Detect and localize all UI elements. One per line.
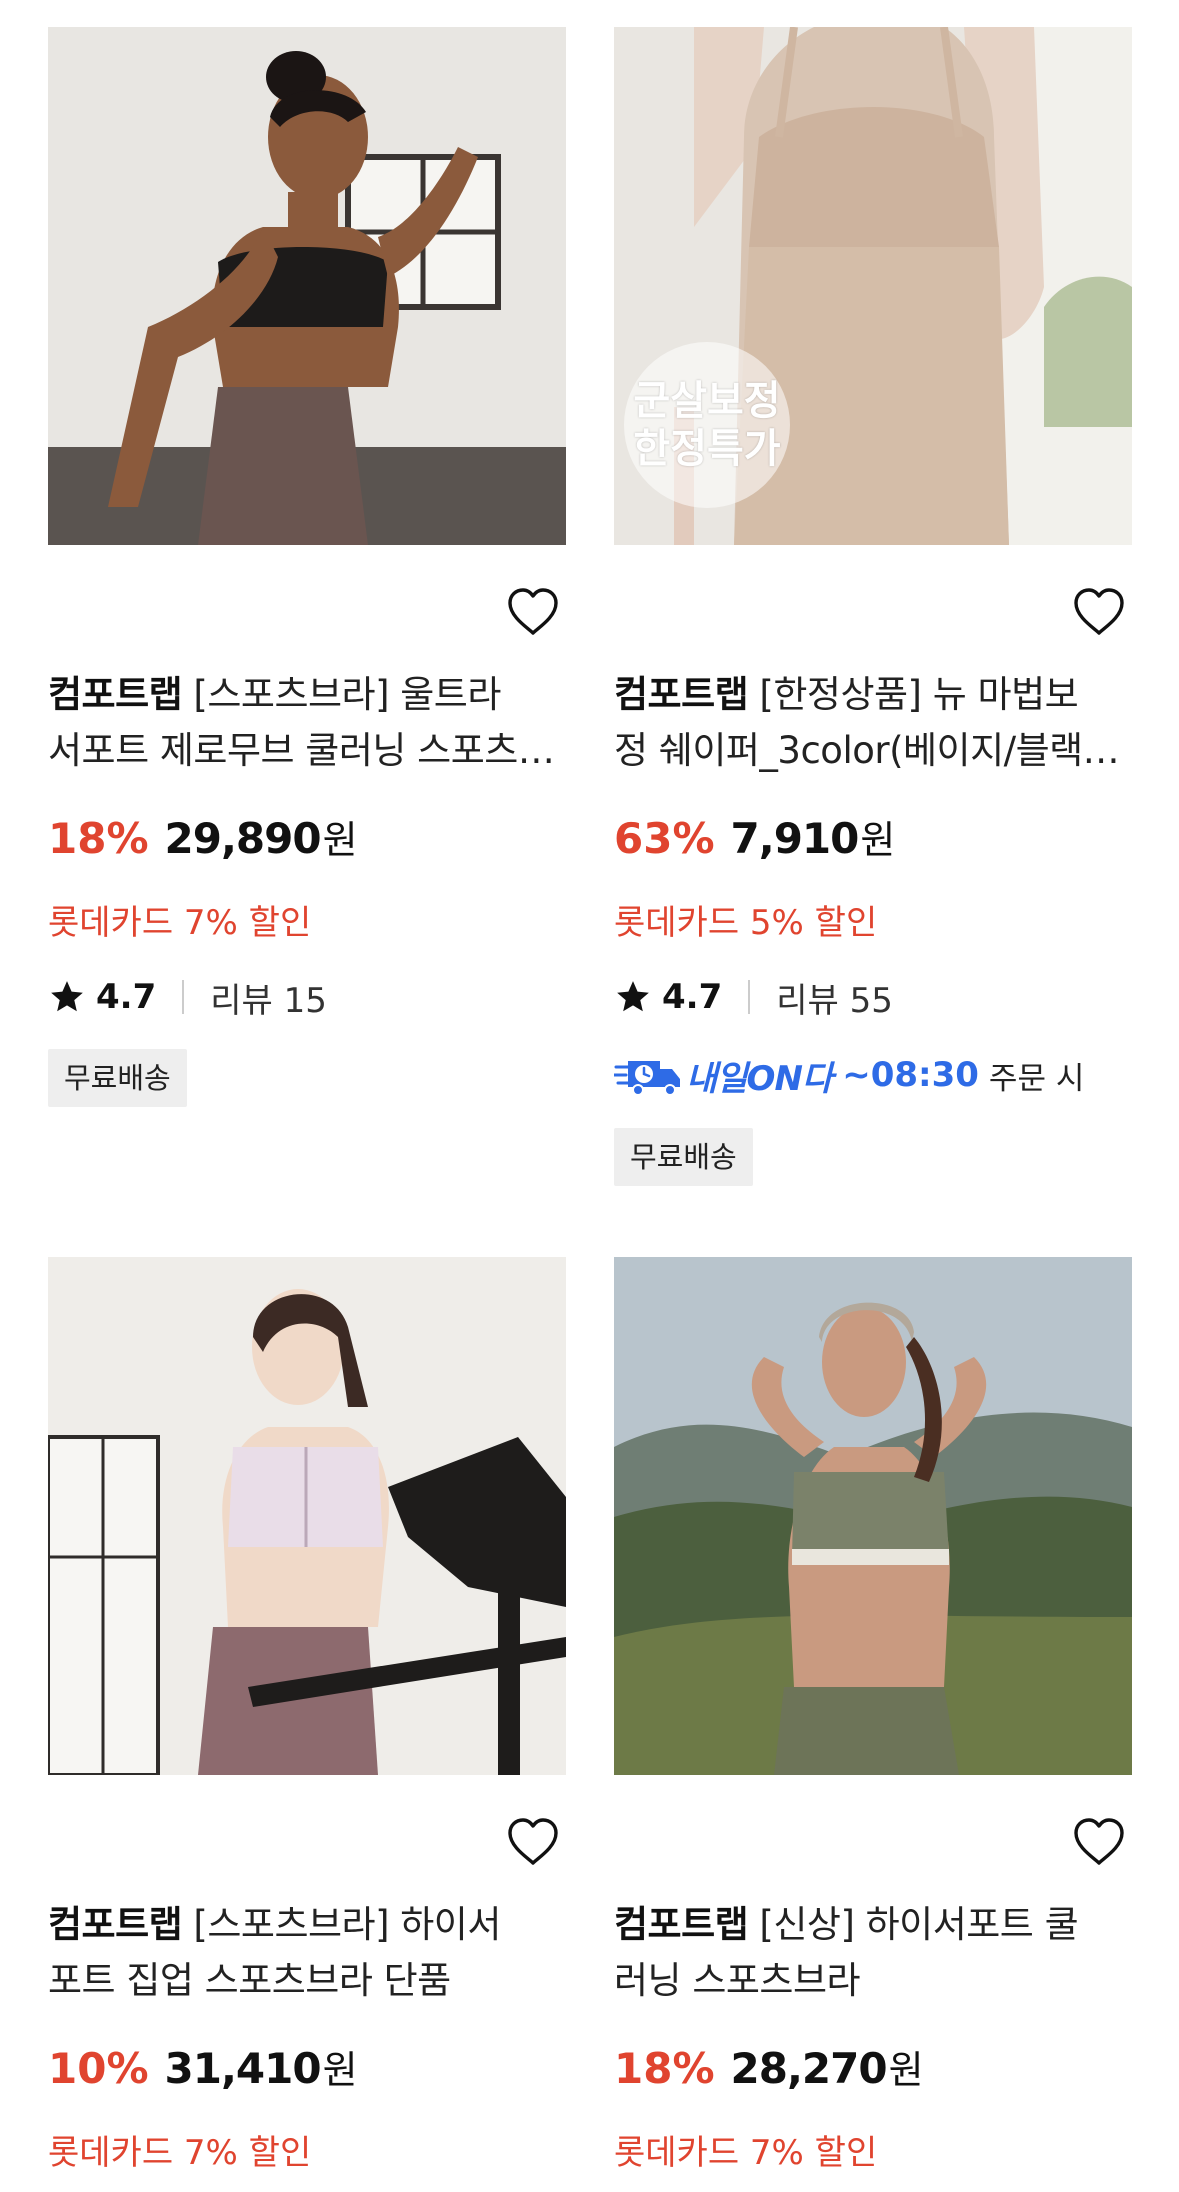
brand-name: 컴포트랩 xyxy=(48,1903,183,1946)
brand-name: 컴포트랩 xyxy=(614,673,749,716)
divider xyxy=(182,980,185,1014)
title-text: [신상] 하이서포트 쿨 xyxy=(748,1903,1079,1946)
wishlist-heart-button[interactable] xyxy=(503,582,563,642)
delivery-truck-clock-icon xyxy=(614,1061,680,1096)
rating-score: 4.7 xyxy=(662,977,723,1017)
sports-bra-model-running-photo xyxy=(48,27,566,545)
free-shipping-tag: 무료배송 xyxy=(48,1049,187,1107)
discount-rate: 10% xyxy=(48,2044,149,2093)
card-discount-promo: 롯데카드 5% 할인 xyxy=(614,903,878,943)
currency-unit: 원 xyxy=(322,818,358,862)
review-count[interactable]: 리뷰 15 xyxy=(210,973,327,1022)
card-discount-promo: 롯데카드 7% 할인 xyxy=(48,2133,312,2173)
wishlist-heart-button[interactable] xyxy=(503,1812,563,1872)
review-count[interactable]: 리뷰 55 xyxy=(776,973,893,1022)
heart-icon xyxy=(508,1818,558,1865)
rating-score: 4.7 xyxy=(96,977,157,1017)
title-text: [스포츠브라] 울트라 xyxy=(182,673,501,716)
brand-name: 컴포트랩 xyxy=(48,673,183,716)
free-shipping-tag: 무료배송 xyxy=(614,1128,753,1186)
sale-price: 31,410 xyxy=(164,2044,322,2093)
olive-sports-bra-outdoor-photo xyxy=(614,1257,1132,1775)
heart-icon xyxy=(508,588,558,635)
product-image[interactable] xyxy=(48,27,566,545)
card-discount-promo: 롯데카드 7% 할인 xyxy=(614,2133,878,2173)
badge-line: 한정특가 xyxy=(633,426,781,472)
product-card[interactable]: 컴포트랩 [스포츠브라] 울트라 서포트 제로무브 쿨러닝 스포츠브라 18% … xyxy=(48,27,566,1107)
star-icon xyxy=(51,981,83,1012)
title-text-line2: 서포트 제로무브 쿨러닝 스포츠브라 xyxy=(48,729,558,772)
divider xyxy=(748,980,751,1014)
discount-rate: 18% xyxy=(48,814,149,863)
price-row: 63% 7,910 원 xyxy=(614,809,895,869)
heart-icon xyxy=(1074,588,1124,635)
product-title[interactable]: 컴포트랩 [스포츠브라] 울트라 서포트 제로무브 쿨러닝 스포츠브라 xyxy=(48,667,558,779)
price-row: 10% 31,410 원 xyxy=(48,2039,358,2099)
product-title[interactable]: 컴포트랩 [한정상품] 뉴 마법보 정 쉐이퍼_3color(베이지/블랙/스킨… xyxy=(614,667,1124,779)
delivery-brand: 내일ON다 xyxy=(686,1058,833,1099)
product-image[interactable] xyxy=(48,1257,566,1775)
currency-unit: 원 xyxy=(860,818,896,862)
star-icon xyxy=(617,981,649,1012)
product-image[interactable]: 군살보정 한정특가 xyxy=(614,27,1132,545)
product-card[interactable]: 컴포트랩 [스포츠브라] 하이서 포트 집업 스포츠브라 단품 10% 31,4… xyxy=(48,1257,566,2173)
sale-price: 28,270 xyxy=(730,2044,888,2093)
product-card[interactable]: 컴포트랩 [신상] 하이서포트 쿨 러닝 스포츠브라 18% 28,270 원 … xyxy=(614,1257,1132,2173)
discount-rate: 18% xyxy=(614,2044,715,2093)
delivery-suffix: 주문 시 xyxy=(988,1060,1085,1097)
wishlist-heart-button[interactable] xyxy=(1069,1812,1129,1872)
price-row: 18% 28,270 원 xyxy=(614,2039,924,2099)
wishlist-heart-button[interactable] xyxy=(1069,582,1129,642)
currency-unit: 원 xyxy=(322,2048,358,2092)
rating-row: 4.7 리뷰 15 xyxy=(48,972,327,1022)
zipup-sports-bra-treadmill-photo xyxy=(48,1257,566,1775)
currency-unit: 원 xyxy=(888,2048,924,2092)
title-text-line2: 러닝 스포츠브라 xyxy=(614,1959,861,2002)
sale-price: 29,890 xyxy=(164,814,322,863)
delivery-cutoff-time: ~08:30 xyxy=(842,1055,979,1095)
sale-price: 7,910 xyxy=(730,814,860,863)
title-text-line2: 포트 집업 스포츠브라 단품 xyxy=(48,1959,451,2002)
next-day-delivery-row: 내일ON다 ~08:30 주문 시 xyxy=(614,1047,1084,1103)
title-text: [한정상품] 뉴 마법보 xyxy=(748,673,1079,716)
title-text: [스포츠브라] 하이서 xyxy=(182,1903,501,1946)
heart-icon xyxy=(1074,1818,1124,1865)
product-card[interactable]: 군살보정 한정특가 컴포트랩 [한정상품] 뉴 마법보 정 쉐이퍼_3color… xyxy=(614,27,1132,1186)
discount-rate: 63% xyxy=(614,814,715,863)
brand-name: 컴포트랩 xyxy=(614,1903,749,1946)
product-title[interactable]: 컴포트랩 [스포츠브라] 하이서 포트 집업 스포츠브라 단품 xyxy=(48,1897,558,2009)
card-discount-promo: 롯데카드 7% 할인 xyxy=(48,903,312,943)
image-promo-badge: 군살보정 한정특가 xyxy=(624,342,790,508)
badge-line: 군살보정 xyxy=(633,378,781,424)
product-title[interactable]: 컴포트랩 [신상] 하이서포트 쿨 러닝 스포츠브라 xyxy=(614,1897,1124,2009)
rating-row: 4.7 리뷰 55 xyxy=(614,972,893,1022)
product-image[interactable] xyxy=(614,1257,1132,1775)
price-row: 18% 29,890 원 xyxy=(48,809,358,869)
title-text-line2: 정 쉐이퍼_3color(베이지/블랙/스킨) xyxy=(614,729,1124,772)
